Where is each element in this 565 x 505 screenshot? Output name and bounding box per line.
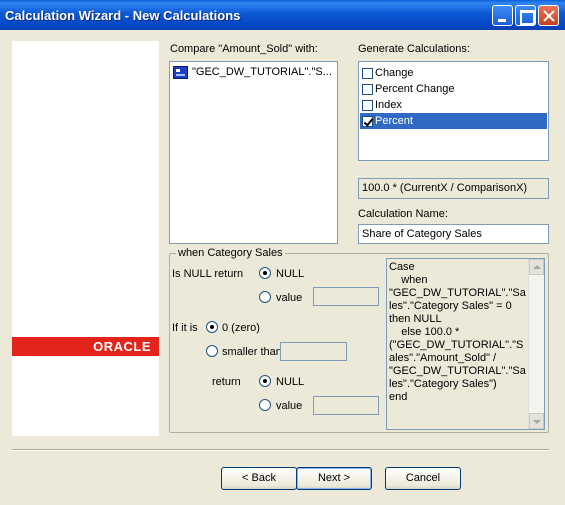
- calculation-wizard-window: Calculation Wizard - New Calculations OR…: [0, 0, 565, 505]
- close-icon[interactable]: [538, 5, 559, 26]
- is-null-label: Is NULL return: [172, 268, 244, 280]
- scroll-up-icon[interactable]: [529, 259, 544, 275]
- generate-item-index[interactable]: Index: [360, 97, 547, 113]
- return-value-label: value: [276, 400, 303, 412]
- generate-item-label: Index: [375, 99, 402, 111]
- return-null-radio[interactable]: [259, 375, 271, 387]
- is-null-value-input[interactable]: [313, 287, 379, 306]
- calculation-name-label: Calculation Name:: [358, 208, 448, 220]
- return-value-input[interactable]: [313, 396, 379, 415]
- generate-item-change[interactable]: Change: [360, 65, 547, 81]
- scroll-down-icon[interactable]: [529, 413, 544, 429]
- percent-change-checkbox[interactable]: [362, 84, 373, 95]
- oracle-logo-text: ORACLE: [93, 339, 151, 354]
- if-zero-radio[interactable]: [206, 321, 218, 333]
- formula-display: 100.0 * (CurrentX / ComparisonX): [358, 178, 549, 199]
- expression-preview[interactable]: Case when "GEC_DW_TUTORIAL"."Sales"."Cat…: [386, 258, 545, 430]
- is-null-null-label: NULL: [276, 268, 305, 280]
- is-null-value-radio[interactable]: [259, 291, 271, 303]
- next-button[interactable]: Next >: [296, 467, 372, 490]
- if-smaller-than-radio[interactable]: [206, 345, 218, 357]
- if-zero-label: 0 (zero): [222, 322, 260, 334]
- return-label: return: [212, 376, 241, 388]
- window-title: Calculation Wizard - New Calculations: [5, 8, 241, 23]
- wizard-banner: ORACLE: [12, 41, 159, 436]
- expression-scrollbar[interactable]: [528, 259, 544, 429]
- calculation-name-input[interactable]: Share of Category Sales: [358, 224, 549, 244]
- compare-list[interactable]: "GEC_DW_TUTORIAL"."S...: [169, 61, 338, 244]
- return-null-label: NULL: [276, 376, 305, 388]
- generate-item-label: Percent Change: [375, 83, 455, 95]
- generate-item-percent[interactable]: Percent: [360, 113, 547, 129]
- expression-text: Case when "GEC_DW_TUTORIAL"."Sales"."Cat…: [389, 261, 526, 403]
- smaller-than-input[interactable]: [280, 342, 347, 361]
- footer-divider: [12, 449, 549, 451]
- compare-item-label: "GEC_DW_TUTORIAL"."S...: [192, 66, 332, 78]
- title-bar[interactable]: Calculation Wizard - New Calculations: [0, 0, 565, 30]
- cancel-button[interactable]: Cancel: [385, 467, 461, 490]
- if-smaller-than-label: smaller than: [222, 346, 282, 358]
- generate-item-label: Change: [375, 67, 414, 79]
- compare-label: Compare "Amount_Sold" with:: [170, 43, 318, 55]
- maximize-icon[interactable]: [515, 5, 536, 26]
- return-value-radio[interactable]: [259, 399, 271, 411]
- oracle-logo: ORACLE: [12, 337, 159, 356]
- generate-item-percent-change[interactable]: Percent Change: [360, 81, 547, 97]
- back-button[interactable]: < Back: [221, 467, 297, 490]
- change-checkbox[interactable]: [362, 68, 373, 79]
- index-checkbox[interactable]: [362, 100, 373, 111]
- generate-item-label: Percent: [375, 115, 413, 127]
- generate-calculations-list[interactable]: Change Percent Change Index Percent: [358, 61, 549, 161]
- group-title: when Category Sales: [176, 247, 285, 259]
- if-it-is-label: If it is: [172, 322, 198, 334]
- generate-label: Generate Calculations:: [358, 43, 470, 55]
- percent-checkbox[interactable]: [362, 116, 373, 127]
- is-null-null-radio[interactable]: [259, 267, 271, 279]
- is-null-value-label: value: [276, 292, 303, 304]
- minimize-icon[interactable]: [492, 5, 513, 26]
- measure-icon: [173, 66, 188, 79]
